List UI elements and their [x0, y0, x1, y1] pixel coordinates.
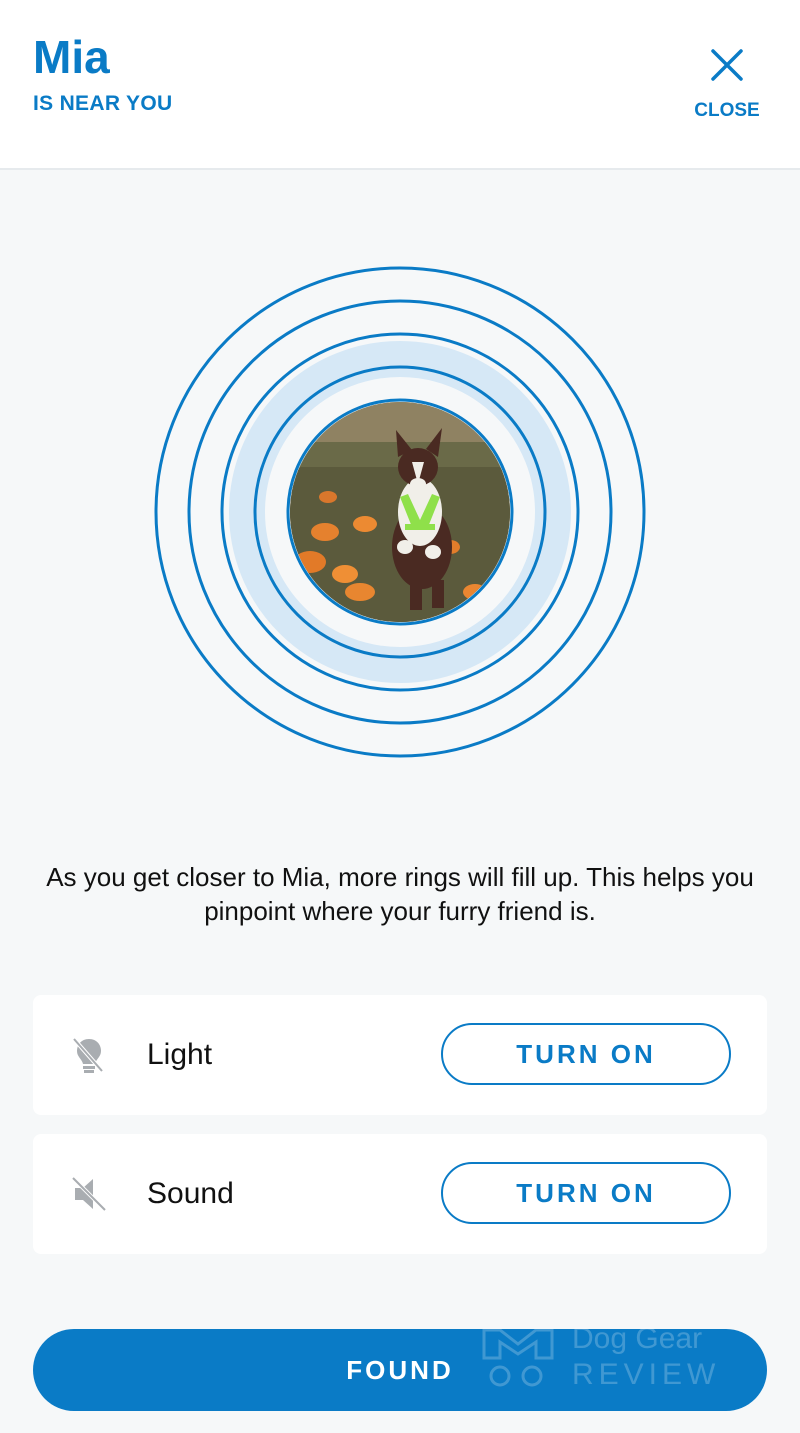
light-control-card: Light TURN ON [33, 995, 767, 1115]
light-label: Light [147, 1038, 213, 1071]
light-turn-on-button[interactable]: TURN ON [441, 1023, 731, 1085]
header-bar: Mia IS NEAR YOU CLOSE [0, 0, 800, 170]
close-icon[interactable] [710, 48, 744, 82]
close-label[interactable]: CLOSE [680, 100, 774, 122]
light-off-icon [72, 1037, 104, 1073]
proximity-radar [154, 266, 646, 758]
pet-status-subtitle: IS NEAR YOU [33, 92, 173, 115]
sound-off-icon [71, 1176, 107, 1212]
proximity-hint-text: As you get closer to Mia, more rings wil… [46, 862, 754, 926]
close-button[interactable]: CLOSE [680, 40, 774, 130]
sound-control-card: Sound TURN ON [33, 1134, 767, 1254]
found-button[interactable]: FOUND [33, 1329, 767, 1411]
dog-photo [290, 402, 510, 622]
pet-name-title: Mia [33, 31, 110, 83]
sound-turn-on-button[interactable]: TURN ON [441, 1162, 731, 1224]
sound-label: Sound [147, 1177, 234, 1210]
